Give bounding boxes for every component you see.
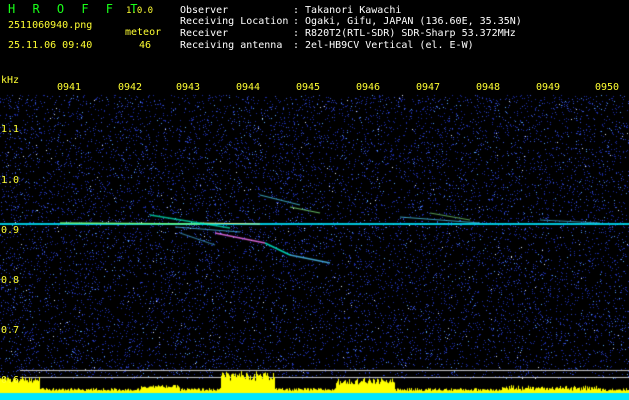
antenna-label: Receiving antenna [180,40,283,51]
x-tick-label: 0944 [236,82,261,93]
x-tick-label: 0945 [296,82,321,93]
x-tick-label: 0947 [416,82,441,93]
x-tick-label: 0943 [176,82,201,93]
x-tick-label: 0946 [356,82,381,93]
x-tick-label: 0950 [595,82,620,93]
meteor-count: 46 [139,40,152,51]
observer-label: Observer [180,5,229,16]
x-tick-label: 0948 [476,82,501,93]
location-label: Receiving Location [180,16,289,27]
location-value: : Ogaki, Gifu, JAPAN (136.60E, 35.35N) [293,16,522,27]
antenna-value: : 2el-HB9CV Vertical (el. E-W) [293,40,474,51]
y-tick-label: 0.9 [1,225,20,236]
app-version: 1.0.0 [126,6,154,16]
x-tick-label: 0942 [118,82,143,93]
x-tick-label: 0941 [57,82,82,93]
y-tick-label: 0.6 [1,375,20,386]
observer-value: : Takanori Kawachi [293,5,402,16]
capture-datetime: 25.11.06 09:40 [8,40,93,51]
y-tick-label: 0.7 [1,325,20,336]
meteor-label: meteor [125,27,162,38]
y-unit-label: kHz [1,75,20,86]
y-tick-label: 1.0 [1,175,20,186]
x-tick-label: 0949 [536,82,561,93]
file-name: 2511060940.png [8,20,93,31]
y-tick-label: 0.8 [1,275,20,286]
receiver-label: Receiver [180,28,229,39]
y-tick-label: 1.1 [1,124,20,135]
receiver-value: : R820T2(RTL-SDR) SDR-Sharp 53.372MHz [293,28,516,39]
spectrogram-canvas [0,87,629,400]
app-brand: H R O F F T [8,2,143,16]
